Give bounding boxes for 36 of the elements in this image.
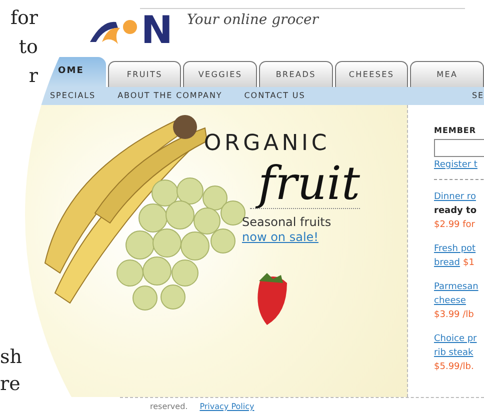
tagline: Your online grocer bbox=[186, 11, 318, 30]
book-text-line: sh bbox=[0, 345, 22, 370]
member-input-field[interactable] bbox=[434, 139, 484, 157]
subnav-link[interactable]: SPECIALS bbox=[50, 90, 96, 102]
subnav-link[interactable]: CONTACT US bbox=[244, 90, 306, 102]
nav-tab[interactable]: CHEESES bbox=[334, 61, 408, 87]
nav-tab[interactable]: MEA bbox=[410, 61, 484, 87]
subnav-link[interactable]: ABOUT THE COMPANY bbox=[118, 90, 222, 102]
member-label: MEMBER bbox=[434, 125, 477, 137]
register-link[interactable]: Register t bbox=[434, 159, 484, 172]
product-price: $3.99 /lb bbox=[434, 308, 475, 322]
product-link[interactable]: rib steak bbox=[434, 346, 484, 360]
product-price: $5.99/lb. bbox=[434, 360, 475, 374]
nav-tab[interactable]: VEGGIES bbox=[183, 61, 258, 87]
product-link[interactable]: Parmesan bbox=[434, 280, 484, 294]
copyright-text: reserved. bbox=[150, 401, 188, 413]
subnav-link[interactable]: SE bbox=[472, 90, 484, 102]
product-price: $1 bbox=[462, 256, 474, 270]
hero-subtitle: Seasonal fruits bbox=[242, 215, 332, 230]
hero-heading: ORGANIC bbox=[204, 130, 330, 158]
nav-tab[interactable]: BREADS bbox=[259, 61, 333, 87]
sale-link[interactable]: now on sale! bbox=[242, 230, 332, 245]
book-text-line: r bbox=[28, 64, 38, 89]
product-link[interactable]: bread bbox=[434, 256, 460, 270]
product-link[interactable]: cheese bbox=[434, 294, 484, 308]
book-text-line: to bbox=[18, 35, 38, 60]
product-link[interactable]: Fresh pot bbox=[434, 242, 484, 256]
book-text-line: for bbox=[10, 6, 38, 31]
product-price: $2.99 for bbox=[434, 218, 476, 232]
book-text-line: re bbox=[0, 372, 20, 397]
product-note: ready to bbox=[434, 204, 478, 218]
privacy-policy-link[interactable]: Privacy Policy bbox=[200, 401, 254, 413]
logo-letter: N bbox=[141, 12, 173, 48]
product-link[interactable]: Choice pr bbox=[434, 332, 484, 346]
nav-tab[interactable]: FRUITS bbox=[108, 61, 182, 87]
product-link[interactable]: Dinner ro bbox=[434, 190, 484, 204]
